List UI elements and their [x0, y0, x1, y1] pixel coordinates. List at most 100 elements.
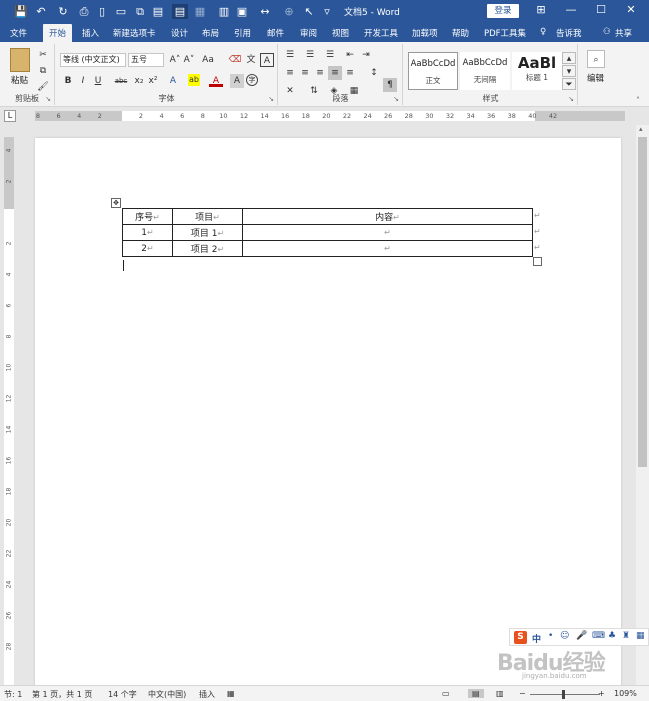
font-name-select[interactable]: 等线 (中文正文) — [60, 53, 126, 67]
paste-button[interactable]: 粘贴 — [11, 74, 28, 86]
close-button[interactable]: ✕ — [620, 3, 642, 16]
font-color-button[interactable]: A — [209, 74, 223, 87]
open-folder-icon[interactable]: ▭ — [115, 4, 127, 19]
minimize-button[interactable]: — — [560, 3, 582, 16]
styles-down-icon[interactable]: ▾ — [562, 65, 576, 77]
justify-icon[interactable]: ≡ — [328, 66, 342, 80]
login-button[interactable]: 登录 — [487, 4, 519, 18]
emoji-icon[interactable]: ☺ — [560, 631, 569, 641]
tab-mailings[interactable]: 邮件 — [267, 27, 284, 39]
collapse-ribbon-icon[interactable]: ˄ — [636, 96, 640, 105]
copy-icon[interactable]: ⧉ — [134, 4, 146, 19]
print-preview-icon[interactable]: ⎙ — [78, 4, 90, 19]
zoom-level[interactable]: 109% — [614, 689, 637, 698]
customize-icon[interactable]: ▿ — [322, 4, 332, 19]
columns-icon[interactable]: ▥ — [218, 4, 230, 19]
shrink-font-icon[interactable]: A˅ — [182, 53, 196, 67]
pointer-icon[interactable]: ↖ — [304, 4, 314, 19]
multilevel-icon[interactable]: ☰ — [323, 48, 337, 62]
table-cell[interactable]: 序号↵ — [122, 208, 173, 225]
tab-selector-icon[interactable]: L — [4, 110, 16, 122]
zoom-slider-thumb[interactable] — [562, 690, 565, 699]
shirt-icon[interactable]: ♜ — [622, 631, 630, 641]
italic-button[interactable]: I — [76, 74, 90, 88]
align-left-icon[interactable]: ≡ — [283, 66, 297, 80]
distributed-icon[interactable]: ≡ — [343, 66, 357, 80]
style-normal[interactable]: AaBbCcDd 正文 — [408, 52, 458, 90]
subscript-button[interactable]: x₂ — [132, 74, 146, 88]
tab-file[interactable]: 文件 — [10, 27, 27, 39]
edit-button[interactable]: 编辑 — [587, 72, 604, 84]
align-center-icon[interactable]: ≡ — [298, 66, 312, 80]
toolbox-icon[interactable]: ▦ — [636, 631, 645, 641]
document-table[interactable]: 序号↵ 项目↵ 内容↵ 1↵ 项目 1↵ ↵ 2↵ 项目 2↵ ↵ — [122, 208, 533, 257]
styles-up-icon[interactable]: ▴ — [562, 52, 576, 64]
numbering-icon[interactable]: ☰ — [303, 48, 317, 62]
zoom-out-button[interactable]: − — [519, 689, 526, 698]
bold-button[interactable]: B — [61, 74, 75, 88]
vertical-scrollbar[interactable]: ▴ — [636, 125, 649, 685]
mic-icon[interactable]: 🎤 — [576, 631, 587, 641]
grid-icon[interactable]: ▦ — [194, 4, 206, 19]
tab-design[interactable]: 设计 — [171, 27, 188, 39]
tab-new[interactable]: 新建选项卡 — [113, 27, 156, 39]
page-indicator[interactable]: 第 1 页，共 1 页 — [32, 689, 92, 700]
tab-review[interactable]: 审阅 — [300, 27, 317, 39]
share-button[interactable]: 共享 — [615, 27, 632, 39]
undo-icon[interactable]: ↶ — [34, 4, 48, 19]
clear-format-icon[interactable]: ⌫ — [228, 53, 242, 67]
sogou-icon[interactable]: S — [514, 631, 527, 644]
enclose-char-icon[interactable]: 字 — [246, 74, 258, 86]
width-icon[interactable]: ↔ — [258, 4, 272, 19]
tab-help[interactable]: 帮助 — [452, 27, 469, 39]
shading-icon[interactable]: A — [230, 74, 244, 88]
redo-icon[interactable]: ↻ — [56, 4, 70, 19]
layout-icon[interactable]: ▣ — [236, 4, 248, 19]
style-no-spacing[interactable]: AaBbCcDd 无间隔 — [460, 52, 510, 90]
paste-icon[interactable] — [10, 48, 30, 72]
table-move-handle-icon[interactable]: ✥ — [111, 198, 121, 208]
font-size-select[interactable]: 五号 — [128, 53, 164, 67]
paragraph-launcher[interactable]: ↘ — [393, 95, 399, 103]
table-cell[interactable]: ↵ — [242, 224, 533, 241]
superscript-button[interactable]: x² — [146, 74, 160, 88]
word-count[interactable]: 14 个字 — [108, 689, 137, 700]
read-mode-icon[interactable]: ▭ — [442, 689, 450, 698]
table-cell[interactable]: 项目 1↵ — [172, 224, 243, 241]
align-right-icon[interactable]: ≡ — [313, 66, 327, 80]
web-layout-icon[interactable]: ▥ — [496, 689, 504, 698]
print-layout-icon[interactable]: ▤ — [468, 689, 484, 698]
new-doc-icon[interactable]: ▯ — [96, 4, 108, 19]
link-icon[interactable]: ⊕ — [283, 4, 295, 19]
clipboard-launcher[interactable]: ↘ — [45, 95, 51, 103]
document-icon[interactable]: ▤ — [172, 4, 188, 19]
tab-layout[interactable]: 布局 — [202, 27, 219, 39]
tab-tell-me[interactable]: 告诉我 — [556, 27, 582, 39]
style-heading-1[interactable]: AaBl 标题 1 — [512, 52, 562, 90]
punct-icon[interactable]: • — [548, 631, 553, 641]
search-icon[interactable]: ⌕ — [587, 50, 605, 68]
table-resize-handle-icon[interactable] — [533, 257, 542, 266]
line-spacing-icon[interactable]: ↕ — [367, 66, 381, 80]
cut-icon[interactable]: ✂ — [36, 48, 50, 62]
scrollbar-thumb[interactable] — [638, 137, 647, 467]
maximize-button[interactable]: ☐ — [590, 3, 612, 16]
table-cell[interactable]: 内容↵ — [242, 208, 533, 225]
change-case-icon[interactable]: Aa — [199, 53, 217, 67]
format-painter-icon[interactable]: 🖌 — [36, 80, 50, 94]
styles-launcher[interactable]: ↘ — [568, 95, 574, 103]
keyboard-icon[interactable]: ⌨ — [592, 631, 605, 641]
zoom-in-button[interactable]: + — [598, 689, 605, 698]
tab-developer[interactable]: 开发工具 — [364, 27, 398, 39]
styles-more-icon[interactable]: ⏷ — [562, 78, 576, 90]
scroll-up-icon[interactable]: ▴ — [639, 125, 643, 133]
table-cell[interactable]: ↵ — [242, 240, 533, 257]
table-cell[interactable]: 1↵ — [122, 224, 173, 241]
increase-indent-icon[interactable]: ⇥ — [359, 48, 373, 62]
font-launcher[interactable]: ↘ — [268, 95, 274, 103]
char-border-icon[interactable]: A — [260, 53, 274, 67]
tab-insert[interactable]: 插入 — [82, 27, 99, 39]
tab-home[interactable]: 开始 — [43, 24, 73, 42]
copy-icon[interactable]: ⧉ — [36, 64, 50, 78]
section-indicator[interactable]: 节: 1 — [4, 689, 22, 700]
